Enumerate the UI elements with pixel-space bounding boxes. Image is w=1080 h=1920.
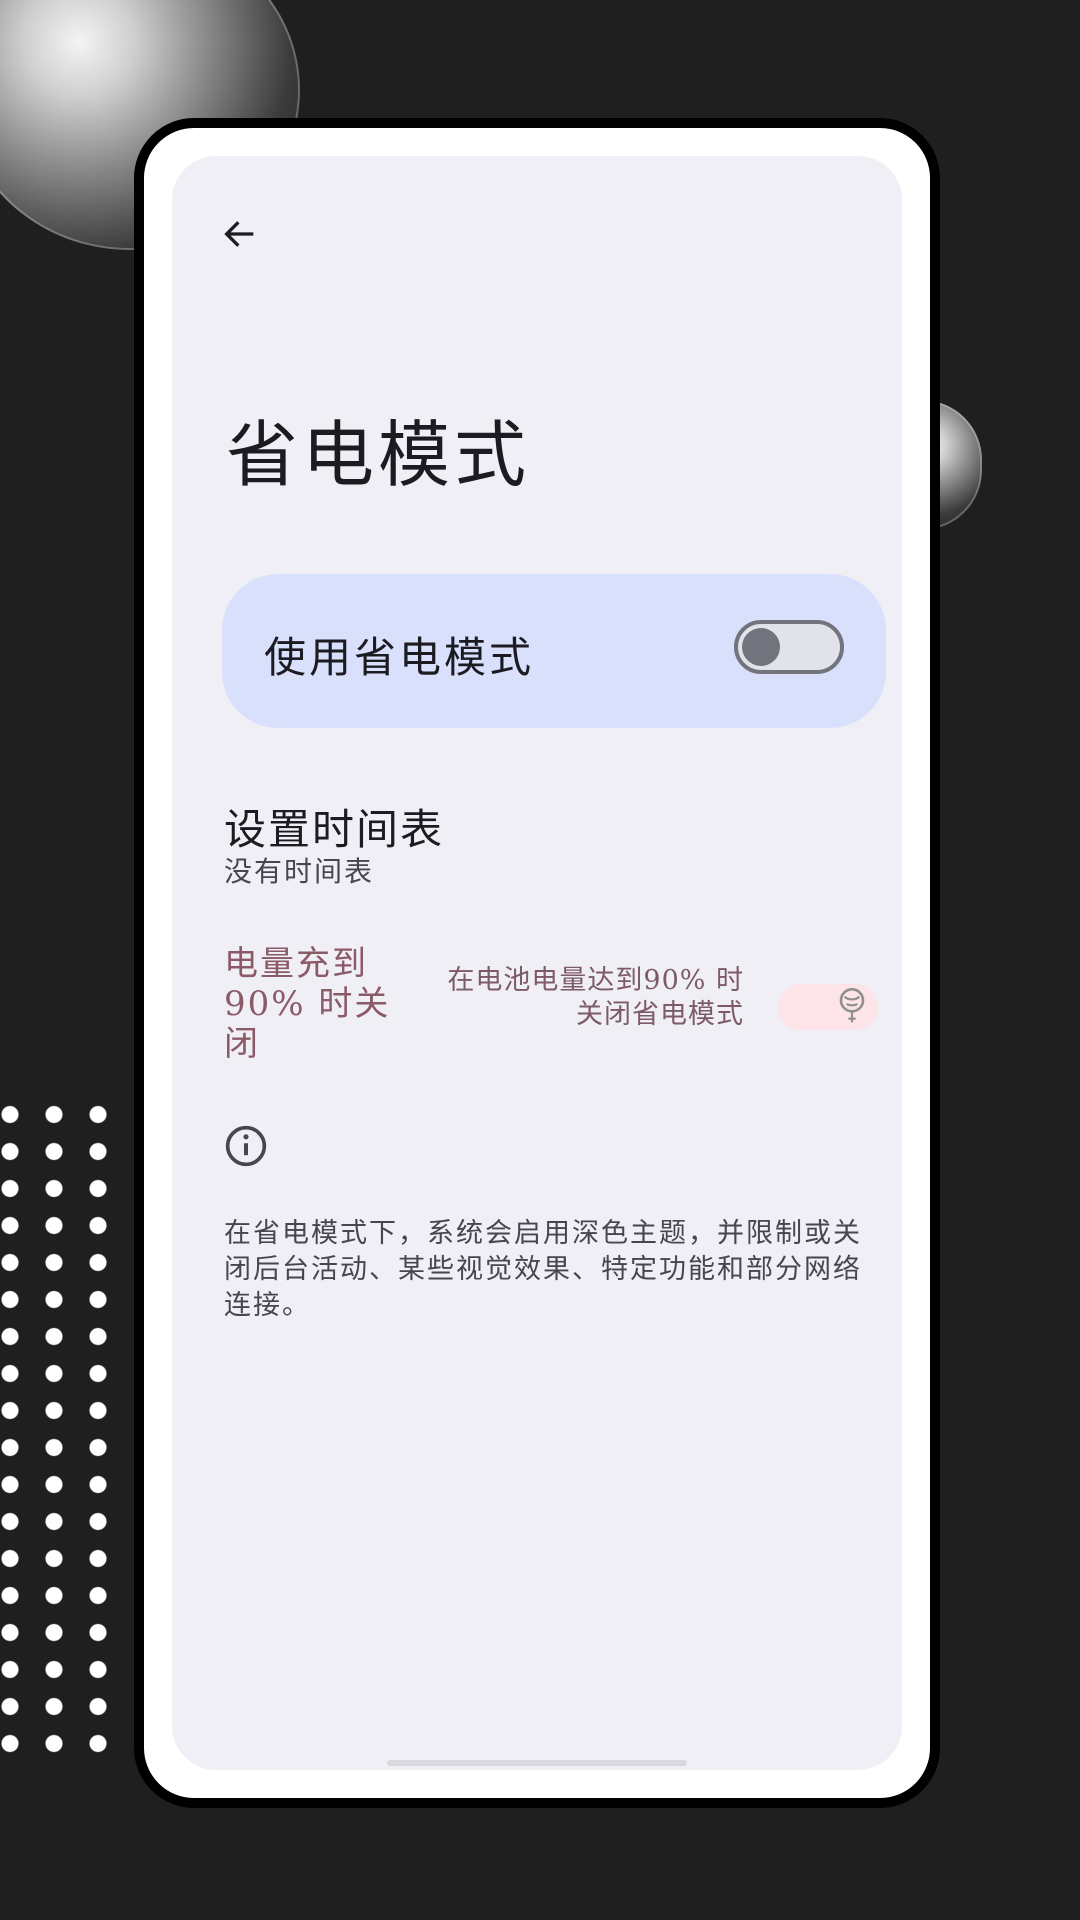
schedule-subtitle: 没有时间表 — [224, 855, 375, 888]
switch-knob — [742, 628, 780, 666]
battery-saver-switch[interactable] — [734, 620, 844, 674]
turn-off-when-charged-label: 电量充到90% 时关闭 — [224, 944, 391, 1064]
settings-screen: 省电模式 使用省电模式 设置时间表 没有时间表 电量充到90% 时关闭 在电池电… — [172, 156, 902, 1770]
arrow-back-icon — [224, 221, 254, 247]
decorative-dot-pattern — [0, 1096, 120, 1756]
gesture-nav-handle[interactable] — [387, 1760, 687, 1766]
page-title: 省电模式 — [226, 413, 531, 497]
info-icon — [225, 1125, 267, 1167]
back-button[interactable] — [208, 202, 272, 266]
battery-saver-label: 使用省电模式 — [264, 633, 535, 682]
turn-off-when-charged-row[interactable]: 电量充到90% 时关闭 在电池电量达到90% 时关闭省电模式 — [224, 944, 888, 1064]
schedule-title[interactable]: 设置时间表 — [224, 796, 444, 857]
flower-icon — [839, 988, 865, 1023]
battery-saver-toggle-card[interactable]: 使用省电模式 — [222, 574, 886, 728]
turn-off-when-charged-description: 在电池电量达到90% 时关闭省电模式 — [447, 965, 744, 1030]
turn-off-when-charged-switch[interactable] — [778, 984, 878, 1030]
battery-saver-footnote: 在省电模式下，系统会启用深色主题，并限制或关闭后台活动、某些视觉效果、特定功能和… — [224, 1218, 862, 1321]
phone-frame: 省电模式 使用省电模式 设置时间表 没有时间表 电量充到90% 时关闭 在电池电… — [134, 118, 940, 1808]
